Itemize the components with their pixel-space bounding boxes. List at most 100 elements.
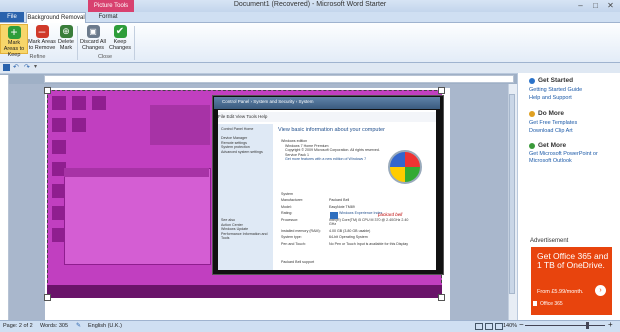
- ad-brand: Office 365: [540, 301, 563, 307]
- system-value: Intel(R) Core(TM) i5 CPU M 370 @ 2.40GHz…: [329, 217, 409, 227]
- get-started-icon: [529, 78, 535, 84]
- delete-mark-icon: ⊕: [59, 25, 73, 38]
- word-count[interactable]: Words: 305: [40, 321, 68, 331]
- plus-icon: +: [7, 26, 21, 39]
- getting-started-link[interactable]: Getting Started Guide: [529, 87, 582, 93]
- redo-icon[interactable]: ↷: [24, 63, 30, 71]
- ribbon-tabs: [0, 12, 620, 23]
- minus-icon: –: [35, 25, 49, 38]
- copyright: Copyright © 2009 Microsoft Corporation. …: [285, 148, 380, 152]
- packard-bell-logo: packard bell: [378, 212, 403, 217]
- background-window-titlebar: [64, 168, 209, 177]
- zoom-slider[interactable]: [525, 325, 605, 326]
- screenshot-menu: File Edit View Tools Help: [218, 112, 436, 122]
- arrow-right-icon[interactable]: ›: [595, 285, 606, 296]
- group-separator: [134, 26, 135, 60]
- resize-handle[interactable]: [438, 294, 445, 301]
- discard-icon: ▣: [86, 25, 100, 38]
- system-value: 4.00 GB (3.80 GB usable): [329, 228, 371, 233]
- do-more-heading: Do More: [538, 110, 564, 117]
- free-templates-link[interactable]: Get Free Templates: [529, 120, 577, 126]
- mark-remove-label: Mark Areas to Remove: [28, 39, 56, 51]
- vertical-ruler: [0, 75, 9, 320]
- system-key: Installed memory (RAM):: [281, 228, 321, 233]
- get-more-icon: [529, 143, 535, 149]
- minimize-button[interactable]: –: [575, 1, 586, 10]
- sidebar-link: Performance Information and Tools: [221, 231, 268, 241]
- screenshot-edition: Windows edition Windows 7 Home Premium C…: [281, 139, 391, 162]
- desktop-icon: [72, 96, 86, 110]
- picture-tools-label: Picture Tools: [88, 0, 134, 12]
- screenshot-address: Control Panel › System and Security › Sy…: [222, 99, 314, 104]
- screenshot-sidebar-list: Control Panel Home Device Manager Remote…: [218, 124, 273, 244]
- close-button[interactable]: ✕: [605, 1, 616, 10]
- background-window: [64, 168, 211, 265]
- powerpoint-outlook-link[interactable]: Get Microsoft PowerPoint or Microsoft Ou…: [529, 151, 614, 165]
- help-support-link[interactable]: Help and Support: [529, 95, 572, 101]
- maximize-button[interactable]: □: [590, 1, 601, 10]
- system-key: Model:: [281, 204, 292, 209]
- print-layout-icon[interactable]: [475, 323, 483, 330]
- system-key: System type:: [281, 235, 302, 239]
- horizontal-ruler: [44, 75, 514, 83]
- keep-changes-label: Keep Changes: [108, 39, 132, 51]
- customize-qat-icon[interactable]: ▾: [34, 63, 37, 70]
- screenshot-sidebar: Control Panel Home Device Manager Remote…: [218, 124, 273, 270]
- zoom-level[interactable]: 140%: [503, 321, 517, 331]
- system-value: 64-bit Operating System: [329, 235, 368, 239]
- mark-areas-to-keep-button[interactable]: + Mark Areas to Keep: [0, 24, 28, 58]
- sidebar-link: Advanced system settings: [221, 149, 263, 154]
- ad-price: From £5.99/month.: [537, 289, 584, 295]
- background-window: [150, 105, 210, 145]
- resize-handle[interactable]: [438, 87, 445, 94]
- taskbar: [47, 285, 442, 298]
- resize-handle[interactable]: [44, 87, 51, 94]
- web-layout-icon[interactable]: [495, 323, 503, 330]
- system-label: System: [281, 192, 293, 196]
- zoom-out-icon[interactable]: −: [519, 320, 524, 330]
- advertisement-label: Advertisement: [530, 238, 569, 244]
- full-screen-icon[interactable]: [485, 323, 493, 330]
- discard-all-changes-button[interactable]: ▣ Discard All Changes: [79, 24, 107, 54]
- resize-handle[interactable]: [44, 294, 51, 301]
- windows-logo-icon: [388, 150, 422, 184]
- desktop-icon: [92, 96, 106, 110]
- tab-file[interactable]: File: [0, 12, 24, 22]
- zoom-in-icon[interactable]: +: [608, 320, 613, 330]
- discard-label: Discard All Changes: [80, 39, 106, 51]
- keep-changes-button[interactable]: ✔ Keep Changes: [107, 24, 133, 54]
- sidebar-link: Control Panel Home: [221, 127, 254, 131]
- tab-format[interactable]: Format: [96, 12, 120, 22]
- mark-areas-to-remove-button[interactable]: – Mark Areas to Remove: [28, 24, 56, 54]
- do-more-icon: [529, 111, 535, 117]
- office-logo-icon: [533, 301, 537, 306]
- tab-background-removal[interactable]: Background Removal: [26, 12, 86, 23]
- group-label-close: Close: [97, 54, 113, 60]
- system-value: EasyNote TM89: [329, 204, 355, 209]
- checkmark-icon: ✔: [113, 25, 127, 38]
- screenshot-heading: View basic information about your comput…: [278, 127, 385, 133]
- desktop-icon: [52, 118, 66, 132]
- desktop-icon: [72, 118, 86, 132]
- screenshot-window-titlebar: Control Panel › System and Security › Sy…: [214, 97, 440, 109]
- system-rows: Manufacturer: Packard Bell Model: EasyNote…: [281, 198, 431, 248]
- system-value: Packard Bell: [329, 198, 350, 202]
- system-key: Manufacturer:: [281, 198, 304, 202]
- system-key: Rating:: [281, 211, 293, 215]
- clip-art-link[interactable]: Download Clip Art: [529, 128, 573, 134]
- scrollbar-thumb[interactable]: [509, 94, 515, 294]
- ad-headline: Get Office 365 and 1 TB of OneDrive.: [537, 251, 609, 270]
- get-more-heading: Get More: [538, 142, 567, 149]
- delete-mark-button[interactable]: ⊕ Delete Mark: [56, 24, 76, 54]
- undo-icon[interactable]: ↶: [13, 63, 19, 71]
- proofing-icon[interactable]: ✎: [76, 322, 81, 331]
- save-icon[interactable]: [3, 64, 10, 71]
- get-started-heading: Get Started: [538, 77, 574, 84]
- more-features-link: Get more features with a new edition of …: [285, 157, 367, 161]
- language[interactable]: English (U.K.): [88, 321, 122, 331]
- zoom-slider-thumb[interactable]: [586, 322, 589, 329]
- system-key: Processor:: [281, 217, 299, 222]
- page-count[interactable]: Page: 2 of 2: [3, 321, 33, 331]
- system-key: Pen and Touch:: [281, 241, 306, 246]
